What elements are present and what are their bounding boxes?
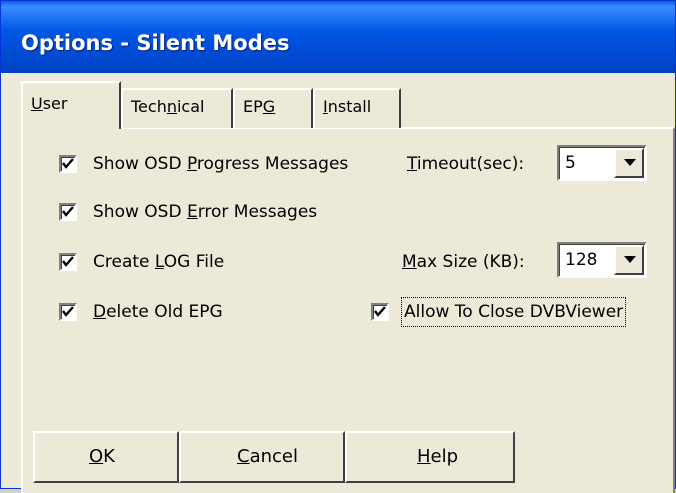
timeout-dropdown-button[interactable] (614, 148, 644, 178)
tab-technical[interactable]: Technical (121, 88, 233, 128)
check-icon (62, 306, 74, 317)
create-log-label[interactable]: Create LOG File (93, 250, 224, 274)
ok-mnemonic: O (89, 446, 104, 467)
tab-user[interactable]: User (21, 81, 121, 129)
create-log-pre: Create (93, 252, 155, 272)
maxsize-select[interactable]: 128 (557, 242, 647, 278)
options-dialog: Options - Silent Modes User Technical EP… (0, 0, 676, 493)
tab-technical-rest: ical (176, 97, 205, 116)
osd-error-checkbox[interactable] (59, 203, 77, 221)
ok-button-label: OK (89, 433, 115, 481)
tab-user-mnemonic: U (31, 94, 43, 113)
osd-error-rest: rror Messages (197, 202, 318, 222)
tab-epg[interactable]: EPG (233, 88, 313, 128)
osd-error-label[interactable]: Show OSD Error Messages (93, 200, 317, 224)
help-button[interactable]: Help (345, 431, 515, 483)
cancel-rest: ancel (249, 446, 298, 467)
delete-epg-rest: elete Old EPG (106, 302, 223, 322)
timeout-value: 5 (565, 153, 576, 173)
osd-progress-label[interactable]: Show OSD Progress Messages (93, 152, 348, 176)
help-button-label: Help (417, 433, 458, 481)
osd-error-mnemonic: E (186, 202, 198, 222)
help-rest: elp (430, 446, 459, 467)
check-icon (62, 256, 74, 267)
tab-user-rest: ser (42, 94, 68, 113)
ok-rest: K (103, 446, 115, 467)
timeout-rest: imeout(sec): (416, 154, 525, 174)
timeout-mnemonic: T (407, 154, 417, 174)
osd-progress-checkbox[interactable] (59, 155, 77, 173)
delete-epg-mnemonic: D (93, 302, 107, 322)
tab-technical-mnemonic: n (166, 97, 177, 116)
ok-button[interactable]: OK (33, 431, 179, 483)
osd-progress-pre: Show OSD (93, 154, 187, 174)
tab-install-rest: nstall (327, 97, 372, 116)
tab-epg-mnemonic: G (262, 97, 276, 116)
tab-technical-pre: Tech (131, 97, 167, 116)
tab-install[interactable]: Install (313, 88, 401, 128)
chevron-down-icon (624, 159, 636, 166)
dialog-client: User Technical EPG Install Show OSD Prog… (1, 73, 675, 493)
delete-epg-checkbox[interactable] (59, 303, 77, 321)
delete-epg-label[interactable]: Delete Old EPG (93, 300, 223, 324)
create-log-mnemonic: L (154, 252, 164, 272)
check-icon (374, 306, 386, 317)
check-icon (62, 158, 74, 169)
maxsize-rest: ax Size (KB): (416, 252, 525, 272)
cancel-mnemonic: C (237, 446, 250, 467)
create-log-rest: OG File (163, 252, 225, 272)
maxsize-mnemonic: M (402, 252, 417, 272)
osd-progress-mnemonic: P (186, 154, 197, 174)
timeout-label: Timeout(sec): (407, 152, 524, 176)
maxsize-label: Max Size (KB): (402, 250, 525, 274)
cancel-button[interactable]: Cancel (179, 431, 345, 483)
timeout-select[interactable]: 5 (557, 145, 647, 181)
chevron-down-icon (624, 256, 636, 263)
tab-epg-pre: EP (243, 97, 263, 116)
maxsize-dropdown-button[interactable] (614, 245, 644, 275)
allow-close-label[interactable]: Allow To Close DVBViewer (400, 297, 627, 327)
osd-progress-rest: rogress Messages (196, 154, 349, 174)
title-bar[interactable]: Options - Silent Modes (1, 1, 675, 73)
help-mnemonic: H (417, 446, 431, 467)
window-title: Options - Silent Modes (21, 31, 290, 55)
allow-close-checkbox[interactable] (371, 303, 389, 321)
osd-error-pre: Show OSD (93, 202, 187, 222)
cancel-button-label: Cancel (237, 433, 298, 481)
check-icon (62, 206, 74, 217)
maxsize-value: 128 (565, 250, 598, 270)
create-log-checkbox[interactable] (59, 253, 77, 271)
